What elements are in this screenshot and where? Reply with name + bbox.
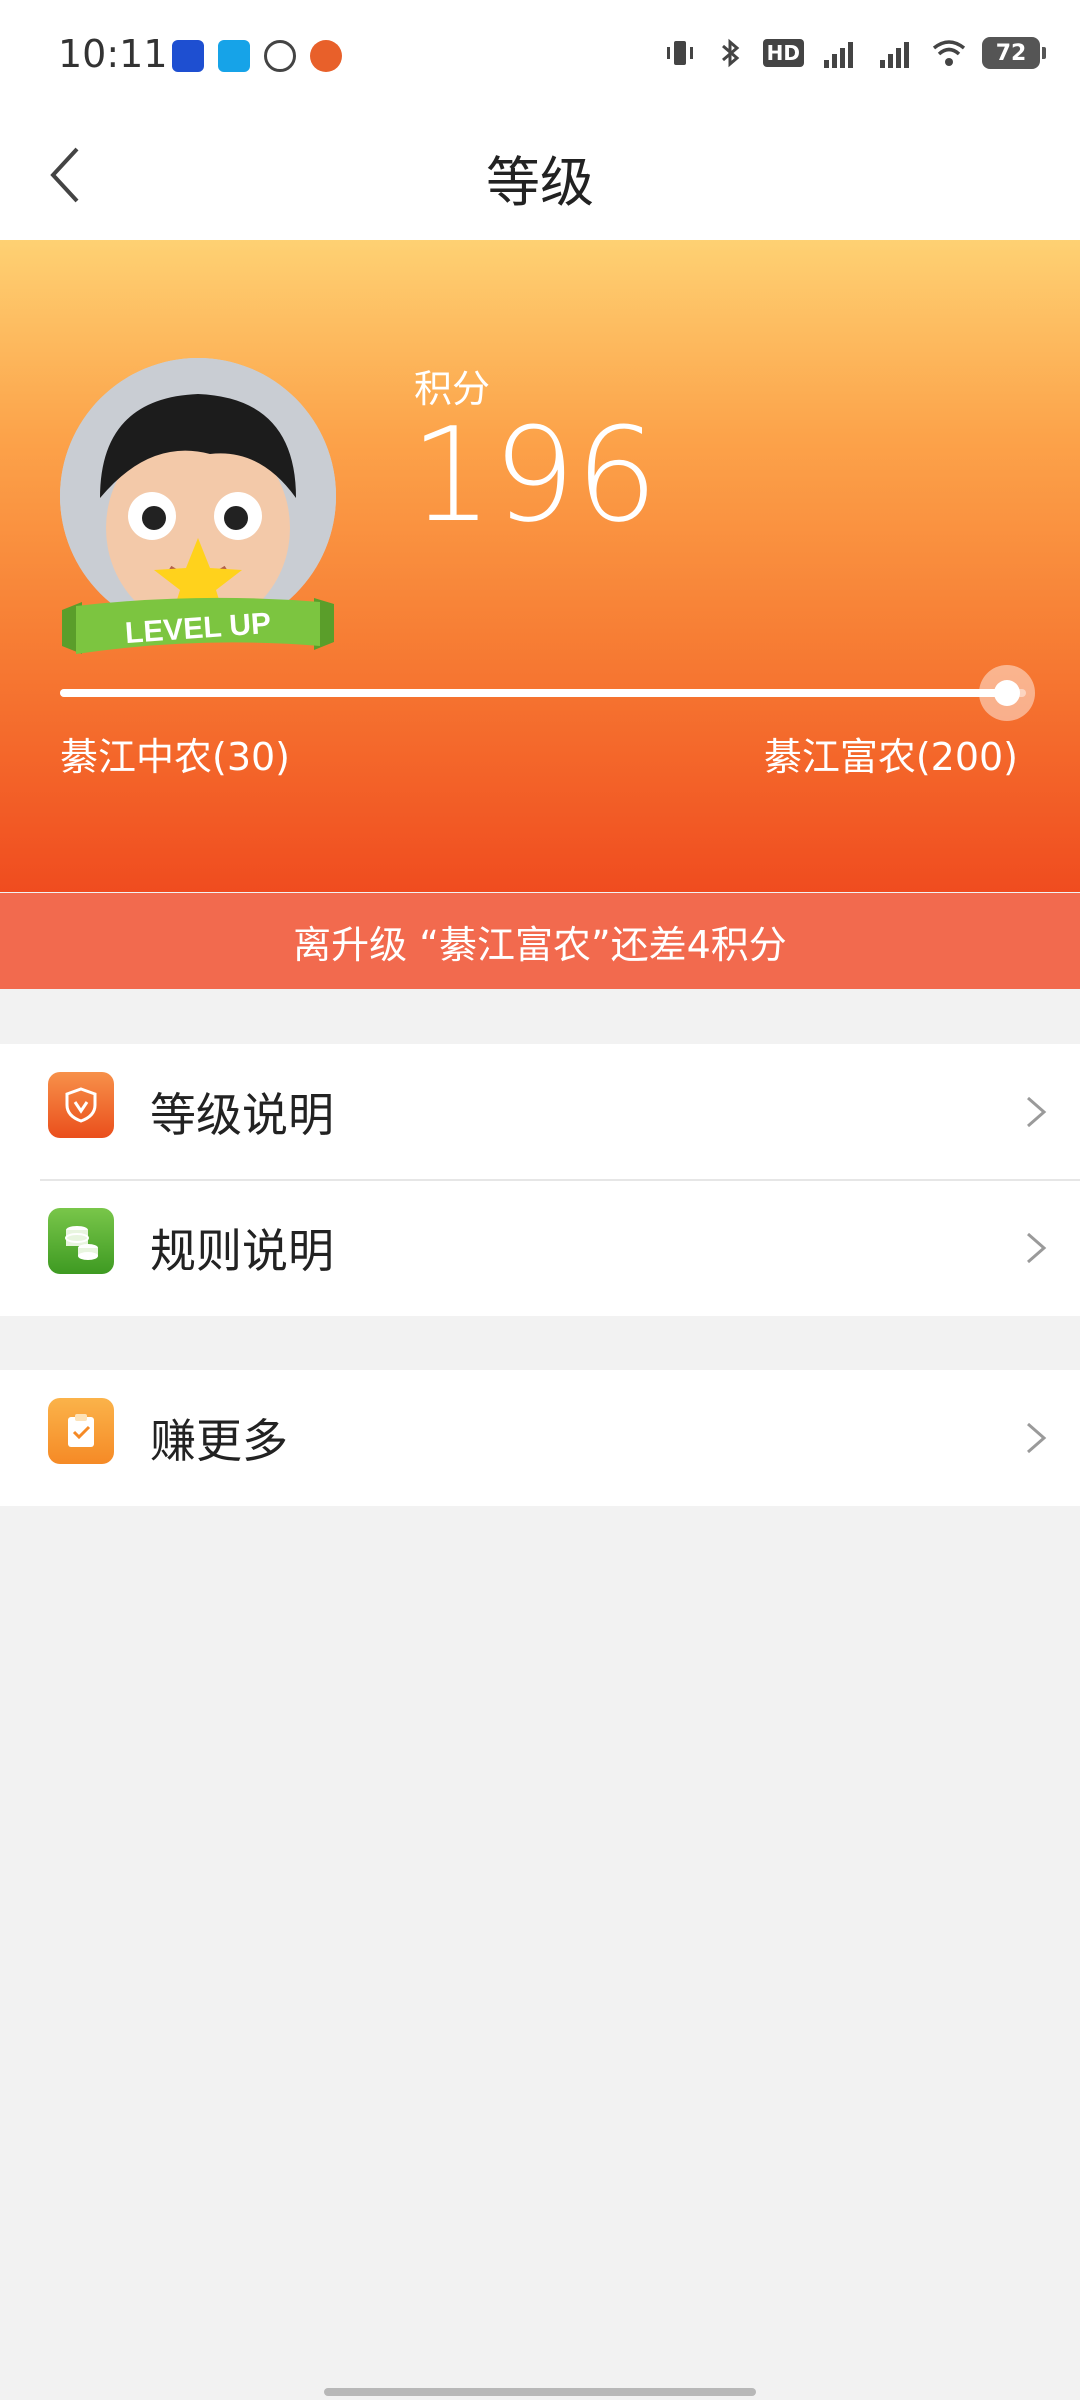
signal-icon bbox=[824, 42, 853, 68]
wifi-icon bbox=[932, 40, 966, 66]
level-page: 10:11 HD 72 等级 LEVEL UP 积分 196 綦江中农(30) … bbox=[0, 0, 1080, 2400]
menu-label: 规则说明 bbox=[150, 1224, 334, 1278]
battery-indicator: 72 bbox=[982, 37, 1046, 69]
menu-label: 赚更多 bbox=[150, 1414, 288, 1468]
notification-icons bbox=[172, 40, 342, 72]
avatar-badge: LEVEL UP bbox=[58, 358, 338, 678]
page-title: 等级 bbox=[486, 151, 594, 214]
menu-item-rule-description[interactable]: 规则说明 bbox=[0, 1180, 1080, 1316]
app-notification-icon bbox=[172, 40, 204, 72]
level-progress-bar bbox=[60, 665, 1035, 721]
level-progress-fill bbox=[60, 689, 1007, 697]
level-progress-knob bbox=[978, 665, 1035, 721]
signal-icon bbox=[880, 42, 909, 68]
clipboard-check-icon bbox=[48, 1398, 114, 1464]
app-notification-icon bbox=[264, 40, 296, 72]
app-notification-icon bbox=[218, 40, 250, 72]
current-level-label: 綦江中农(30) bbox=[60, 735, 291, 779]
status-bar: 10:11 HD 72 bbox=[0, 0, 1080, 110]
menu-item-earn-more[interactable]: 赚更多 bbox=[0, 1370, 1080, 1506]
app-notification-icon bbox=[310, 40, 342, 72]
menu-group-info: 等级说明 规则说明 bbox=[0, 1044, 1080, 1316]
menu-item-level-description[interactable]: 等级说明 bbox=[0, 1044, 1080, 1180]
menu-group-earn: 赚更多 bbox=[0, 1370, 1080, 1506]
menu-label: 等级说明 bbox=[150, 1088, 334, 1142]
level-up-ribbon: LEVEL UP bbox=[62, 597, 334, 654]
home-indicator[interactable] bbox=[324, 2388, 756, 2396]
chevron-right-icon bbox=[1027, 1422, 1047, 1454]
points-value: 196 bbox=[410, 399, 659, 551]
nav-bar: 等级 bbox=[0, 110, 1080, 240]
level-hero: LEVEL UP 积分 196 綦江中农(30) 綦江富农(200) bbox=[0, 240, 1080, 892]
coins-icon bbox=[48, 1208, 114, 1274]
shield-icon bbox=[48, 1072, 114, 1138]
upgrade-hint-banner: 离升级 “綦江富农”还差4积分 bbox=[0, 893, 1080, 989]
avatar bbox=[60, 358, 336, 634]
hd-label: HD bbox=[762, 39, 804, 67]
next-level-label: 綦江富农(200) bbox=[763, 735, 1018, 779]
cartoon-avatar-icon bbox=[60, 358, 336, 634]
status-time: 10:11 bbox=[58, 32, 168, 76]
system-status: HD 72 bbox=[663, 36, 1046, 70]
bluetooth-icon bbox=[721, 38, 739, 68]
chevron-right-icon bbox=[1027, 1096, 1047, 1128]
chevron-right-icon bbox=[1027, 1232, 1047, 1264]
vibrate-icon bbox=[666, 41, 693, 65]
